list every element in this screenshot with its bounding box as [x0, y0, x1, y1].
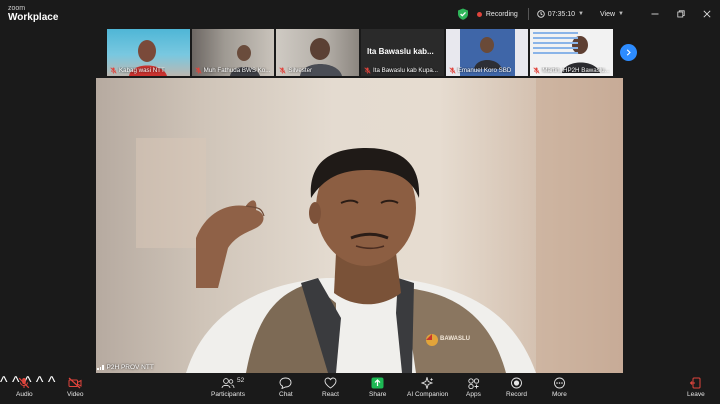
participant-name: Silvester [279, 67, 312, 74]
next-page-button[interactable] [620, 44, 637, 61]
ai-companion-label: AI Companion [407, 391, 449, 398]
apps-label: Apps [466, 391, 481, 398]
restore-button[interactable] [668, 0, 694, 28]
brand-small: zoom [8, 5, 26, 12]
timer-value: 07:35:10 [547, 10, 576, 18]
react-button[interactable]: React [322, 377, 339, 404]
participants-count: 52 [237, 377, 245, 384]
participant-tile[interactable]: Silvester [276, 29, 360, 76]
view-label: View [600, 10, 616, 18]
mic-off-icon [279, 67, 286, 74]
participant-display-name: Ita Bawaslu kab... [367, 47, 434, 56]
participants-icon [221, 378, 235, 389]
minimize-icon [651, 13, 659, 15]
react-options-chevron-icon[interactable]: ^ [48, 374, 56, 391]
recording-indicator[interactable]: Recording [476, 10, 518, 18]
participant-name: Emanuel Koro SBD [449, 67, 511, 74]
video-button[interactable]: Video [67, 377, 84, 404]
brand-name: Workplace [8, 12, 59, 23]
chevron-down-icon: ▼ [618, 11, 624, 17]
participant-gallery: Kabag wasi NTT Muh Fathuda BWS Ko... Sil… [107, 29, 614, 76]
leave-label: Leave [687, 391, 705, 398]
ai-companion-button[interactable]: AI Companion [407, 377, 448, 404]
participant-tile[interactable]: Muh Fathuda BWS Ko... [191, 29, 275, 76]
speaker-video-frame: BAWASLU [136, 78, 623, 373]
chevron-right-icon [626, 49, 631, 56]
record-button[interactable]: Record [506, 377, 527, 404]
leave-icon [690, 377, 701, 389]
video-label: Video [67, 391, 84, 398]
react-icon [324, 377, 337, 389]
share-icon [371, 377, 384, 389]
mic-off-icon [533, 67, 540, 74]
mic-off-icon [449, 67, 456, 74]
mic-off-icon [19, 377, 30, 389]
participant-tile[interactable]: Ita Bawaslu kab... Ita Bawaslu kab Kupa.… [361, 29, 444, 76]
chevron-down-icon: ▼ [578, 11, 584, 17]
participant-tile[interactable]: Martin_HP2H Bawaslu... [530, 29, 614, 76]
video-off-icon [68, 377, 82, 389]
mic-off-icon [364, 67, 371, 74]
participant-tile[interactable]: Kabag wasi NTT [107, 29, 190, 76]
chat-button[interactable]: Chat [279, 377, 293, 404]
restore-icon [677, 10, 685, 18]
connection-signal-icon [97, 365, 104, 370]
mic-off-icon [195, 67, 202, 74]
record-icon [511, 377, 522, 389]
chat-label: Chat [279, 391, 293, 398]
active-speaker-video[interactable]: BAWASLU P2H PROV NTT [96, 78, 623, 373]
vest-logo-text: BAWASLU [440, 336, 470, 342]
app-logo: zoom Workplace [8, 5, 58, 23]
shared-text-lines [533, 32, 579, 57]
meeting-timer[interactable]: 07:35:10 ▼ [537, 10, 584, 18]
participants-label: Participants [211, 391, 245, 398]
audio-label: Audio [16, 391, 33, 398]
title-bar: zoom Workplace Recording 07:35:10 ▼ View… [0, 0, 720, 28]
participant-name: Ita Bawaslu kab Kupa... [364, 67, 438, 74]
participant-name: Kabag wasi NTT [110, 67, 165, 74]
apps-icon [468, 378, 480, 389]
apps-button[interactable]: Apps [466, 377, 481, 404]
close-icon [703, 10, 711, 18]
speaker-name-label: P2H PROV NTT [97, 364, 154, 371]
divider [527, 8, 529, 20]
more-label: More [552, 391, 567, 398]
shield-icon[interactable] [457, 8, 469, 20]
recording-label: Recording [485, 10, 518, 18]
chat-icon [279, 377, 292, 389]
close-button[interactable] [694, 0, 720, 28]
share-button[interactable]: Share [369, 377, 386, 404]
audio-button[interactable]: Audio [16, 377, 33, 404]
view-menu[interactable]: View ▼ [600, 11, 624, 18]
record-label: Record [506, 391, 527, 398]
meeting-toolbar: Audio ^ Video ^ Participants 52 ^ Chat ^… [0, 374, 720, 404]
speaker-name: P2H PROV NTT [106, 364, 154, 371]
participant-tile[interactable]: Emanuel Koro SBD [445, 29, 529, 76]
clock-icon [537, 10, 545, 18]
ai-companion-icon [421, 377, 434, 389]
share-label: Share [369, 391, 387, 398]
more-button[interactable]: More [552, 377, 567, 404]
audio-options-chevron-icon[interactable]: ^ [0, 374, 8, 391]
minimize-button[interactable] [642, 0, 668, 28]
participant-name: Martin_HP2H Bawaslu... [533, 67, 610, 74]
react-label: React [322, 391, 339, 398]
more-icon [553, 377, 565, 389]
recording-dot-icon [476, 11, 482, 17]
mic-off-icon [110, 67, 117, 74]
chat-options-chevron-icon[interactable]: ^ [36, 374, 44, 391]
participant-name: Muh Fathuda BWS Ko... [195, 67, 270, 74]
leave-button[interactable]: Leave [687, 377, 705, 404]
